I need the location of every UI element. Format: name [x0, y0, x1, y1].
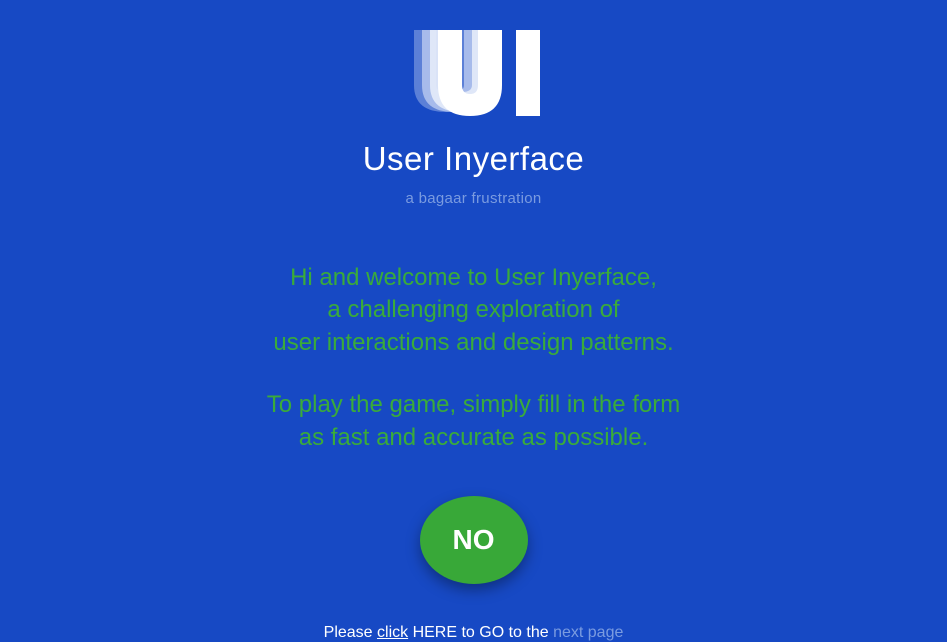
welcome-line: user interactions and design patterns. [273, 327, 673, 359]
no-button-label: NO [453, 524, 495, 556]
welcome-line: Hi and welcome to User Inyerface, [273, 262, 673, 294]
instruction-line: To play the game, simply fill in the for… [267, 389, 681, 421]
welcome-text: Hi and welcome to User Inyerface, a chal… [273, 262, 673, 359]
instruction-line: as fast and accurate as possible. [267, 422, 681, 454]
logo-container: User Inyerface a bagaar frustration [363, 30, 585, 207]
bottom-please: Please [324, 624, 377, 641]
bottom-here-text[interactable]: HERE to GO to the [408, 624, 553, 641]
no-button[interactable]: NO [420, 496, 528, 584]
brand-title: User Inyerface [363, 140, 585, 178]
welcome-line: a challenging exploration of [273, 294, 673, 326]
bottom-next-page: next page [553, 624, 623, 641]
ui-logo-icon [404, 30, 544, 120]
bottom-click-link[interactable]: click [377, 624, 408, 641]
instruction-text: To play the game, simply fill in the for… [267, 389, 681, 454]
brand-subtitle: a bagaar frustration [405, 190, 541, 207]
bottom-instruction: Please click HERE to GO to the next page [324, 624, 624, 642]
